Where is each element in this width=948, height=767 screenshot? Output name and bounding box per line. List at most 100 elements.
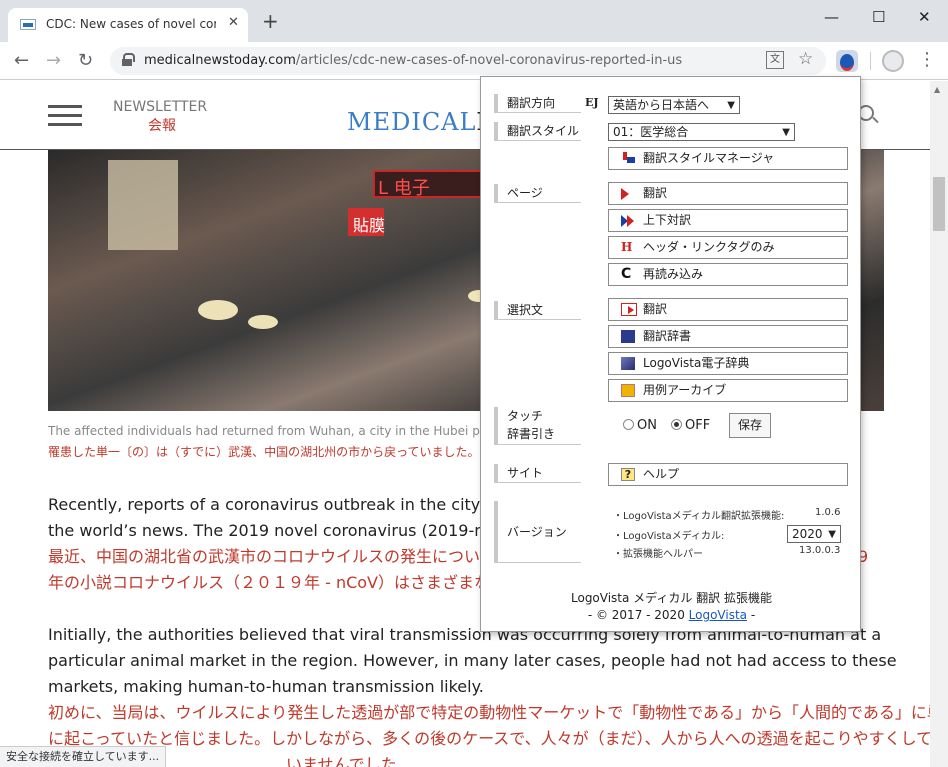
- status-bar: 安全な接続を確立しています...: [0, 746, 167, 767]
- newsletter-link[interactable]: NEWSLETTER: [113, 99, 207, 115]
- label-page: ページ: [494, 184, 581, 203]
- browser-toolbar: ← → ↻ medicalnewstoday.com/articles/cdc-…: [0, 42, 948, 80]
- page-translate-label: 翻訳: [643, 186, 668, 200]
- paragraph-translation-line: いませんでした: [286, 755, 397, 767]
- radio-off-icon: [623, 419, 634, 430]
- bookmark-star-icon[interactable]: ☆: [798, 49, 813, 69]
- url-text[interactable]: medicalnewstoday.com/articles/cdc-new-ca…: [144, 53, 682, 68]
- logovista-extension-icon[interactable]: [836, 50, 858, 72]
- page-parallel-label: 上下対訳: [643, 213, 692, 227]
- touch-off-label: OFF: [685, 418, 711, 433]
- tab-strip: CDC: New cases of novel coronavirus ✕ + …: [0, 0, 948, 42]
- page-parallel-button[interactable]: 上下対訳: [608, 209, 848, 232]
- selection-edict-button[interactable]: LogoVista電子辞典: [608, 352, 848, 375]
- hamburger-menu-icon[interactable]: [48, 105, 82, 127]
- reload-icon: C: [621, 266, 632, 282]
- paragraph-line: particular animal market in the region. …: [48, 651, 897, 670]
- selection-archive-button[interactable]: 用例アーカイブ: [608, 379, 848, 402]
- page-header-links-button[interactable]: H ヘッダ・リンクタグのみ: [608, 236, 848, 259]
- profile-avatar-icon[interactable]: [882, 50, 904, 72]
- toolbar-separator: [870, 52, 871, 70]
- help-button[interactable]: ? ヘルプ: [608, 463, 848, 486]
- help-label: ヘルプ: [643, 467, 680, 481]
- paragraph-translation-line: 年の小説コロナウイルス（２０１９年 - nCoV）はさまざまな: [48, 573, 490, 592]
- help-icon: ?: [621, 468, 635, 481]
- paragraph-line: Recently, reports of a coronavirus outbr…: [48, 495, 496, 514]
- radio-on-icon: [671, 419, 682, 430]
- selection-edict-label: LogoVista電子辞典: [643, 356, 750, 370]
- browser-tab[interactable]: CDC: New cases of novel coronavirus ✕: [8, 8, 248, 42]
- version-value: 13.0.0.3: [799, 545, 841, 556]
- style-manager-button[interactable]: 翻訳スタイルマネージャ: [608, 147, 848, 170]
- lock-icon[interactable]: [122, 53, 135, 66]
- medical-version-select[interactable]: 2020 ▼: [787, 525, 841, 543]
- touch-off-radio[interactable]: OFF: [671, 418, 710, 433]
- selection-dictionary-button[interactable]: 翻訳辞書: [608, 325, 848, 348]
- chevron-down-icon: ▼: [727, 100, 735, 111]
- logovista-popup: 翻訳方向 EJ 英語から日本語へ ▼ 翻訳スタイル 01：医学総合 ▼ 翻訳スタ…: [480, 76, 861, 632]
- style-manager-icon: [621, 152, 635, 165]
- selection-archive-label: 用例アーカイブ: [643, 383, 727, 397]
- touch-on-label: ON: [637, 418, 657, 433]
- maximize-button[interactable]: ☐: [872, 8, 885, 26]
- selection-dictionary-label: 翻訳辞書: [643, 329, 692, 343]
- label-site: サイト: [494, 464, 581, 483]
- minimize-button[interactable]: —: [824, 8, 839, 26]
- logovista-link[interactable]: LogoVista: [689, 608, 747, 622]
- hero-light: [198, 300, 238, 320]
- tab-title: CDC: New cases of novel coronavirus: [46, 17, 216, 31]
- new-tab-button[interactable]: +: [262, 11, 279, 31]
- label-version: バージョン: [494, 501, 581, 563]
- page-reload-button[interactable]: C 再読み込み: [608, 263, 848, 286]
- tab-close-icon[interactable]: ✕: [228, 15, 239, 30]
- close-window-button[interactable]: ✕: [918, 8, 931, 26]
- version-label: ・拡張機能ヘルパー: [613, 549, 703, 560]
- page-translate-button[interactable]: 翻訳: [608, 182, 848, 205]
- page-reload-label: 再読み込み: [643, 267, 704, 281]
- direction-select-value: 英語から日本語へ: [613, 98, 710, 112]
- label-style: 翻訳スタイル: [494, 122, 581, 141]
- dictionary-icon: [621, 330, 635, 343]
- scroll-thumb[interactable]: [933, 177, 945, 231]
- copyright-prefix: - © 2017 - 2020: [587, 608, 689, 622]
- style-select[interactable]: 01：医学総合 ▼: [608, 123, 795, 141]
- chevron-down-icon: ▼: [782, 127, 790, 138]
- reload-button[interactable]: ↻: [78, 50, 93, 71]
- style-manager-label: 翻訳スタイルマネージャ: [643, 151, 775, 165]
- paragraph-translation-line: に起こっていたと信じました。しかしながら、多くの後のケースで、人々が（まだ）、人…: [48, 729, 930, 748]
- chevron-down-icon: ▼: [828, 529, 836, 540]
- page-scrollbar[interactable]: ▲: [930, 81, 948, 767]
- selection-translate-button[interactable]: 翻訳: [608, 298, 848, 321]
- ej-icon: EJ: [585, 96, 599, 109]
- translate-icon[interactable]: 文: [766, 51, 784, 69]
- translate-arrow-icon: [621, 188, 629, 200]
- browser-menu-icon[interactable]: ⋮: [918, 49, 936, 70]
- parallel-translation-icon: [621, 215, 635, 228]
- direction-select[interactable]: 英語から日本語へ ▼: [608, 96, 740, 114]
- version-value: 1.0.6: [815, 507, 841, 518]
- selection-translate-label: 翻訳: [643, 302, 668, 316]
- newsletter-jp: 会報: [148, 118, 176, 134]
- medical-version-value: 2020: [792, 527, 823, 541]
- copyright-suffix: -: [747, 608, 756, 622]
- header-link-icon: H: [621, 240, 633, 254]
- url-path: /articles/cdc-new-cases-of-novel-coronav…: [295, 53, 683, 68]
- label-selection: 選択文: [494, 301, 581, 320]
- label-touch: タッチ 辞書引き: [494, 407, 581, 445]
- url-host: medicalnewstoday.com: [144, 53, 296, 68]
- paragraph-translation-line: 初めに、当局は、ウイルスにより発生した透過が部で特定の動物性マーケットで「動物性…: [48, 703, 930, 722]
- forward-button[interactable]: →: [46, 50, 61, 71]
- save-button[interactable]: 保存: [729, 413, 771, 438]
- site-favicon-icon: [20, 19, 36, 30]
- label-touch-line2: 辞書引き: [507, 427, 556, 441]
- popup-footer-title: LogoVista メディカル 翻訳 拡張機能: [571, 591, 772, 605]
- scroll-up-arrow-icon[interactable]: ▲: [934, 85, 940, 94]
- back-button[interactable]: ←: [14, 50, 29, 71]
- address-bar[interactable]: medicalnewstoday.com/articles/cdc-new-ca…: [110, 47, 826, 75]
- electronic-dictionary-icon: [621, 357, 635, 370]
- hero-sign-text-2: L 电子: [378, 178, 430, 199]
- touch-on-radio[interactable]: ON: [623, 418, 657, 433]
- version-label: ・LogoVistaメディカル:: [613, 531, 725, 542]
- label-direction: 翻訳方向: [494, 94, 581, 113]
- page-header-links-label: ヘッダ・リンクタグのみ: [643, 240, 775, 254]
